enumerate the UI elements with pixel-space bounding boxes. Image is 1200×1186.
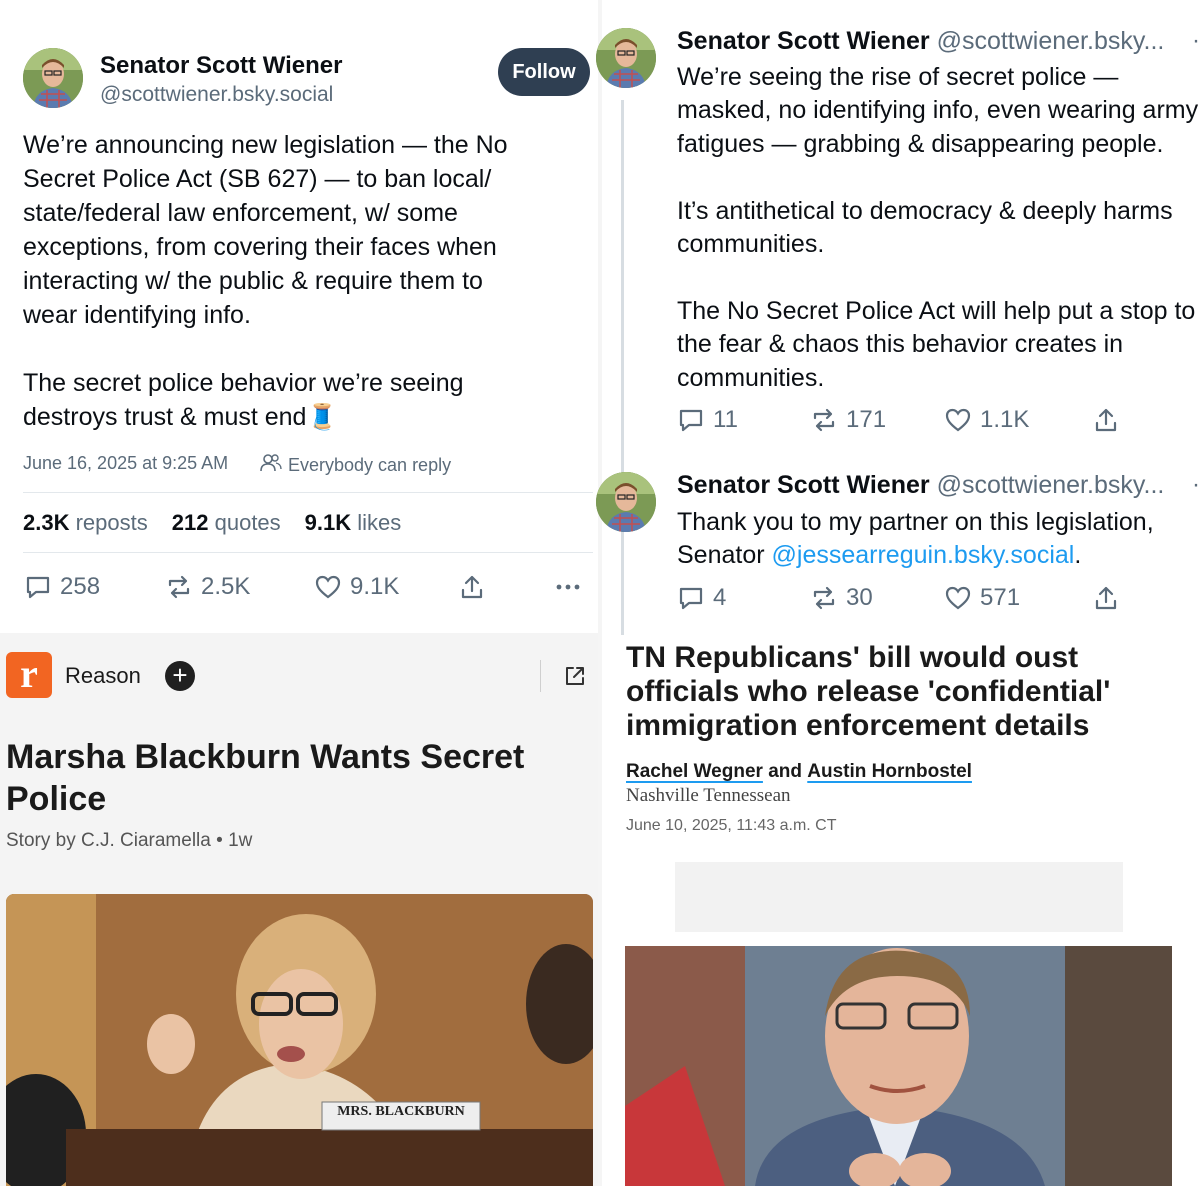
panel-divider [598,0,602,1186]
post-body: Thank you to my partner on this legislat… [677,506,1200,573]
post-body: We’re seeing the rise of secret police —… [677,63,1199,392]
reply-count: 4 [713,584,727,611]
more-options-button[interactable] [554,573,582,601]
divider [23,552,593,553]
article-headline[interactable]: TN Republicans' bill would oust official… [626,641,1186,743]
reply-setting-label: Everybody can reply [288,455,452,475]
repost-button[interactable]: 2.5K [165,573,250,601]
people-icon [260,453,282,478]
reply-icon [26,576,50,599]
share-icon [1095,408,1117,432]
reply-button[interactable]: 11 [677,406,738,434]
like-button[interactable]: 1.1K [944,406,1029,434]
article-byline: Story by C.J. Ciaramella • 1w [6,830,253,851]
reply-count: 11 [713,406,738,433]
ellipsis-icon[interactable]: · [1192,27,1200,55]
external-link-icon [566,667,584,685]
post-body: We’re announcing new legislation — the N… [23,131,508,431]
ellipsis-icon [556,584,580,590]
article-authors: Rachel Wegner and Austin Hornbostel [626,761,972,783]
author-name[interactable]: Senator Scott Wiener [677,27,930,55]
open-external-button[interactable] [563,664,587,693]
author-link[interactable]: Rachel Wegner [626,761,763,782]
author-name[interactable]: Senator Scott Wiener [677,471,930,499]
repost-icon [813,586,835,610]
source-name[interactable]: Reason [65,663,141,689]
ellipsis-icon[interactable]: · [1192,471,1200,499]
like-count: 1.1K [980,406,1030,433]
article-age: 1w [228,830,253,851]
heart-icon [315,575,341,599]
like-button[interactable]: 9.1K [314,573,399,601]
publication-name[interactable]: Nashville Tennessean [626,785,791,807]
reply-icon [679,409,703,432]
reason-logo[interactable]: r [6,652,52,698]
repost-count: 30 [846,584,873,611]
repost-button[interactable]: 171 [810,406,886,434]
author-link[interactable]: Austin Hornbostel [807,761,972,782]
ad-placeholder [675,862,1123,932]
reply-setting[interactable]: Everybody can reply [260,453,451,478]
divider [540,660,541,692]
author-handle[interactable]: @scottwiener.bsky... [937,27,1165,55]
byline-text: Story by C.J. Ciaramella [6,830,211,851]
divider [23,492,593,493]
thread-line [621,100,624,635]
author-handle[interactable]: @scottwiener.bsky... [937,471,1165,499]
follow-source-button[interactable]: + [165,661,195,691]
quotes-stat[interactable]: 212 quotes [172,510,281,536]
avatar[interactable] [23,48,83,108]
nameplate: MRS. BLACKBURN [337,1104,465,1119]
reply-button[interactable]: 258 [24,573,100,601]
post-timestamp[interactable]: June 16, 2025 at 9:25 AM [23,453,228,474]
post-stats: 2.3K reposts 212 quotes 9.1K likes [23,510,401,536]
follow-button[interactable]: Follow [498,48,590,96]
author-handle[interactable]: @scottwiener.bsky.social [100,83,333,107]
article-photo[interactable] [625,946,1172,1186]
like-button[interactable]: 571 [944,584,1020,612]
avatar[interactable] [596,28,656,88]
repost-count: 2.5K [201,573,251,600]
article-photo[interactable]: MRS. BLACKBURN [6,894,593,1186]
post-header: Senator Scott Wiener @scottwiener.bsky..… [677,27,1164,56]
plus-icon: + [172,660,188,690]
like-count: 9.1K [350,573,400,600]
like-count: 571 [980,584,1021,611]
repost-icon [168,575,190,599]
heart-icon [945,408,971,432]
repost-count: 171 [846,406,887,433]
share-button[interactable] [1092,584,1120,612]
share-button[interactable] [458,573,486,601]
author-name[interactable]: Senator Scott Wiener [100,52,343,80]
share-icon [461,575,483,599]
repost-icon [813,408,835,432]
avatar[interactable] [596,472,656,532]
article-headline[interactable]: Marsha Blackburn Wants Secret Police [6,736,566,820]
reply-icon [679,587,703,610]
post-header: Senator Scott Wiener @scottwiener.bsky..… [677,471,1164,500]
share-icon [1095,586,1117,610]
mention-link[interactable]: @jessearreguin.bsky.social [772,541,1075,569]
post-body-suffix: . [1074,541,1082,570]
heart-icon [945,586,971,610]
reply-button[interactable]: 4 [677,584,726,612]
share-button[interactable] [1092,406,1120,434]
reply-count: 258 [60,573,101,600]
article-dateline: June 10, 2025, 11:43 a.m. CT [626,817,837,834]
reposts-stat[interactable]: 2.3K reposts [23,510,148,536]
likes-stat[interactable]: 9.1K likes [305,510,402,536]
author-join: and [768,761,802,782]
repost-button[interactable]: 30 [810,584,873,612]
